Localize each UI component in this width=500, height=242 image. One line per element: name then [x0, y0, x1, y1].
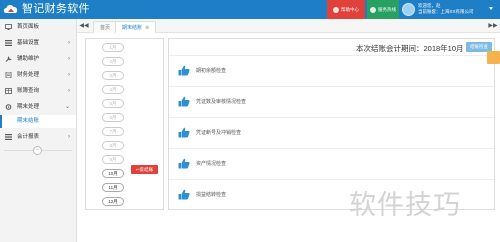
list-icon [5, 40, 12, 46]
sidebar-item-label: 基础设置 [17, 40, 40, 46]
close-icon[interactable]: ⊗ [145, 25, 149, 31]
sidebar-subitem-period-close[interactable]: 期末结账 [0, 115, 76, 128]
sidebar-item-dashboard[interactable]: 首页面板 [0, 19, 76, 35]
check-label: 期初余额检查 [196, 68, 227, 74]
watermark: 软件技巧 [349, 190, 461, 221]
unclose-button-label: 反结账 [139, 167, 154, 172]
chevron-down-icon[interactable] [489, 7, 493, 10]
check-row: 期初余额检查 [169, 55, 496, 86]
sidebar-item-aux-maintenance[interactable]: 辅助维护 › [0, 51, 76, 67]
help-icon [333, 6, 339, 13]
check-label: 资产情况检查 [196, 161, 227, 167]
gear-icon [5, 104, 12, 110]
monitor-icon [5, 24, 12, 30]
period-label: 本次结账会计期间：2018年10月 [356, 44, 464, 53]
table-icon [5, 88, 12, 94]
month-pill-4[interactable]: 4月 [102, 85, 124, 94]
month-pill-10[interactable]: 10月 [102, 169, 124, 178]
month-pill-1[interactable]: 1月 [102, 43, 124, 52]
sidebar-item-label: 辅助维护 [17, 56, 40, 62]
sidebar-item-finance[interactable]: 财务处理 › [0, 67, 76, 83]
unclose-button[interactable]: ↩反结账 [131, 165, 158, 174]
thumbs-up-icon [178, 189, 190, 200]
tab-bar: ◀◀ 首页 期末结账 ⊗ ▶▶ [77, 19, 500, 33]
tabs-next-button[interactable]: ▶▶ [486, 19, 500, 33]
user-info[interactable]: 欢迎您，赵 当前账套：上海XX有限公司 [418, 3, 474, 15]
side-float-tab[interactable] [487, 51, 500, 64]
collapse-sidebar-button[interactable]: − [33, 146, 42, 155]
app-title: 智记财务软件 [22, 3, 90, 15]
check-row: 凭证断号及冲销检查 [169, 117, 496, 148]
chevron-right-icon: › [68, 134, 70, 140]
top-header: 智记财务软件 帮助中心 服务热线 欢迎您，赵 当前账套：上海XX有限公司 [0, 0, 500, 19]
month-pill-6[interactable]: 6月 [102, 113, 124, 122]
service-hotline-button[interactable]: 服务热线 [367, 0, 399, 19]
month-pill-2[interactable]: 2月 [102, 57, 124, 66]
sidebar-item-label: 财务处理 [17, 72, 40, 78]
chevron-right-icon: › [68, 40, 70, 46]
service-hotline-label: 服务热线 [378, 7, 396, 12]
tab-period-close[interactable]: 期末结账 ⊗ [115, 21, 157, 33]
sidebar-item-reports[interactable]: 会计报表 › [0, 129, 76, 145]
tab-home[interactable]: 首页 [93, 21, 118, 33]
month-list: 1月 2月 3月 4月 5月 6月 7月 8月 9月 10月 11月 12月 ↩… [85, 38, 164, 210]
tab-home-label: 首页 [100, 25, 111, 31]
cloud-logo-icon [3, 5, 18, 13]
chevron-right-icon: › [68, 56, 70, 62]
current-account-set: 当前账套：上海XX有限公司 [418, 9, 474, 14]
sidebar-item-basic-settings[interactable]: 基础设置 › [0, 35, 76, 51]
active-indicator [0, 115, 2, 128]
help-center-button[interactable]: 帮助中心 [327, 0, 365, 19]
thumbs-up-icon [178, 96, 190, 107]
sidebar-item-label: 会计报表 [17, 134, 40, 140]
month-pill-7[interactable]: 7月 [102, 127, 124, 136]
list-icon [5, 134, 12, 140]
month-pill-9[interactable]: 9月 [102, 155, 124, 164]
sidebar-item-ledger-query[interactable]: 账簿查询 › [0, 83, 76, 99]
phone-icon [370, 6, 376, 13]
sidebar-subitem-label: 期末结账 [17, 118, 40, 124]
thumbs-up-icon [178, 127, 190, 138]
thumbs-up-icon [178, 65, 190, 76]
check-label: 凭证数及审核情况检查 [196, 99, 247, 105]
check-label: 凭证断号及冲销检查 [196, 130, 242, 136]
month-pill-11[interactable]: 11月 [102, 183, 124, 192]
sidebar-item-period-end[interactable]: 期末处理 ⌄ [0, 99, 76, 115]
month-pill-5[interactable]: 5月 [102, 99, 124, 108]
sidebar-item-label: 账簿查询 [17, 88, 40, 94]
sidebar: 首页面板 基础设置 › 辅助维护 › 财务处理 › 账簿查询 › 期末处理 ⌄ … [0, 19, 77, 242]
chevron-right-icon: › [68, 72, 70, 78]
document-icon [5, 72, 12, 78]
month-pill-3[interactable]: 3月 [102, 71, 124, 80]
month-pill-12[interactable]: 12月 [102, 197, 124, 206]
help-center-label: 帮助中心 [341, 7, 359, 12]
wrench-icon [5, 56, 12, 62]
sidebar-item-label: 首页面板 [17, 24, 40, 30]
thumbs-up-icon [178, 158, 190, 169]
sidebar-item-label: 期末处理 [17, 104, 40, 110]
month-pill-8[interactable]: 8月 [102, 141, 124, 150]
chevron-right-icon: › [68, 88, 70, 94]
chevron-down-icon: ⌄ [64, 104, 70, 110]
tabs-prev-button[interactable]: ◀◀ [77, 19, 91, 33]
avatar[interactable] [402, 3, 415, 16]
check-row: 凭证数及审核情况检查 [169, 86, 496, 117]
check-row: 资产情况检查 [169, 148, 496, 179]
tab-period-close-label: 期末结账 [122, 25, 143, 31]
check-label: 损益结转检查 [196, 192, 227, 198]
